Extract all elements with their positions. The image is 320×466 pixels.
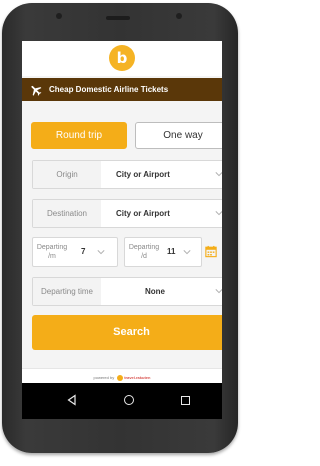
chevron-down-icon (183, 250, 191, 255)
back-icon[interactable] (66, 394, 78, 406)
title-bar: Cheap Domestic Airline Tickets (22, 78, 222, 101)
departing-month-label: Departing /m (36, 244, 68, 260)
departing-month-select[interactable]: Departing /m 7 (32, 237, 118, 267)
chevron-down-icon (215, 172, 222, 177)
origin-label: Origin (56, 170, 78, 179)
calendar-icon[interactable] (205, 245, 217, 258)
phone-speaker (106, 16, 130, 20)
home-icon[interactable] (124, 395, 134, 405)
departing-time-value: None (145, 287, 165, 296)
footer-brand[interactable]: travel.rakuten (124, 375, 150, 380)
departing-time-select[interactable]: Departing time None (32, 277, 222, 306)
departing-day-value: 11 (167, 247, 176, 256)
recents-icon[interactable] (181, 396, 190, 405)
origin-select[interactable]: Origin City or Airport (32, 160, 222, 189)
chevron-down-icon (215, 211, 222, 216)
powered-by-text: powered by (93, 375, 115, 380)
departing-day-label: Departing /d (128, 244, 160, 260)
departing-month-value: 7 (81, 247, 86, 256)
front-camera (176, 13, 182, 19)
origin-value: City or Airport (116, 170, 170, 179)
airplane-icon (31, 85, 42, 96)
chevron-down-icon (215, 289, 222, 294)
destination-label: Destination (46, 209, 88, 218)
app-header: b (22, 41, 222, 76)
app-logo: b (109, 45, 135, 71)
round-trip-button[interactable]: Round trip (31, 122, 127, 149)
rakuten-logo-icon (117, 374, 124, 381)
destination-value: City or Airport (116, 209, 170, 218)
chevron-down-icon (97, 250, 105, 255)
search-button[interactable]: Search (32, 315, 222, 350)
one-way-button[interactable]: One way (135, 122, 222, 149)
departing-day-select[interactable]: Departing /d 11 (124, 237, 202, 267)
page-title: Cheap Domestic Airline Tickets (49, 85, 169, 94)
destination-select[interactable]: Destination City or Airport (32, 199, 222, 228)
front-sensor (56, 13, 62, 19)
app-screen: b Cheap Domestic Airline Tickets Round t… (22, 41, 222, 419)
departing-time-label: Departing time (40, 287, 94, 296)
system-nav-bar (22, 383, 222, 419)
